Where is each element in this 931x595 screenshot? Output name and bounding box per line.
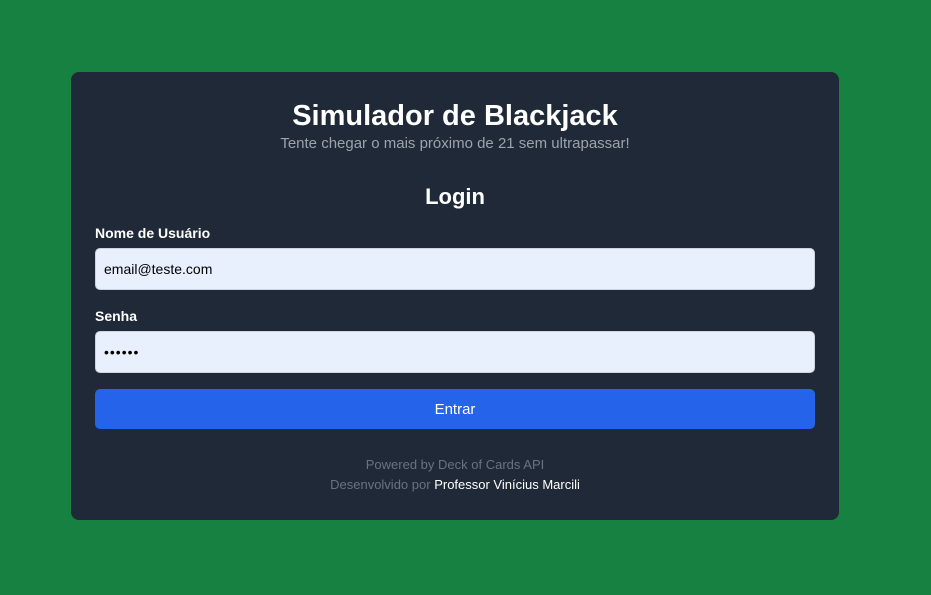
developed-by-prefix: Desenvolvido por [330,477,431,492]
login-button[interactable]: Entrar [95,389,815,429]
page-subtitle: Tente chegar o mais próximo de 21 sem ul… [280,135,630,152]
page-title: Simulador de Blackjack [292,100,618,132]
footer: Powered by Deck of Cards API Desenvolvid… [95,455,815,495]
author-name: Professor Vinícius Marcili [434,477,580,492]
login-heading: Login [425,184,485,209]
username-label: Nome de Usuário [95,225,211,241]
login-card: Simulador de Blackjack Tente chegar o ma… [71,72,839,520]
developed-by-line: Desenvolvido por Professor Vinícius Marc… [95,475,815,495]
login-form: Nome de Usuário Senha Entrar [95,225,815,429]
password-input[interactable] [95,331,815,373]
password-label: Senha [95,308,138,324]
username-input[interactable] [95,248,815,290]
powered-by-text: Powered by Deck of Cards API [365,457,545,472]
